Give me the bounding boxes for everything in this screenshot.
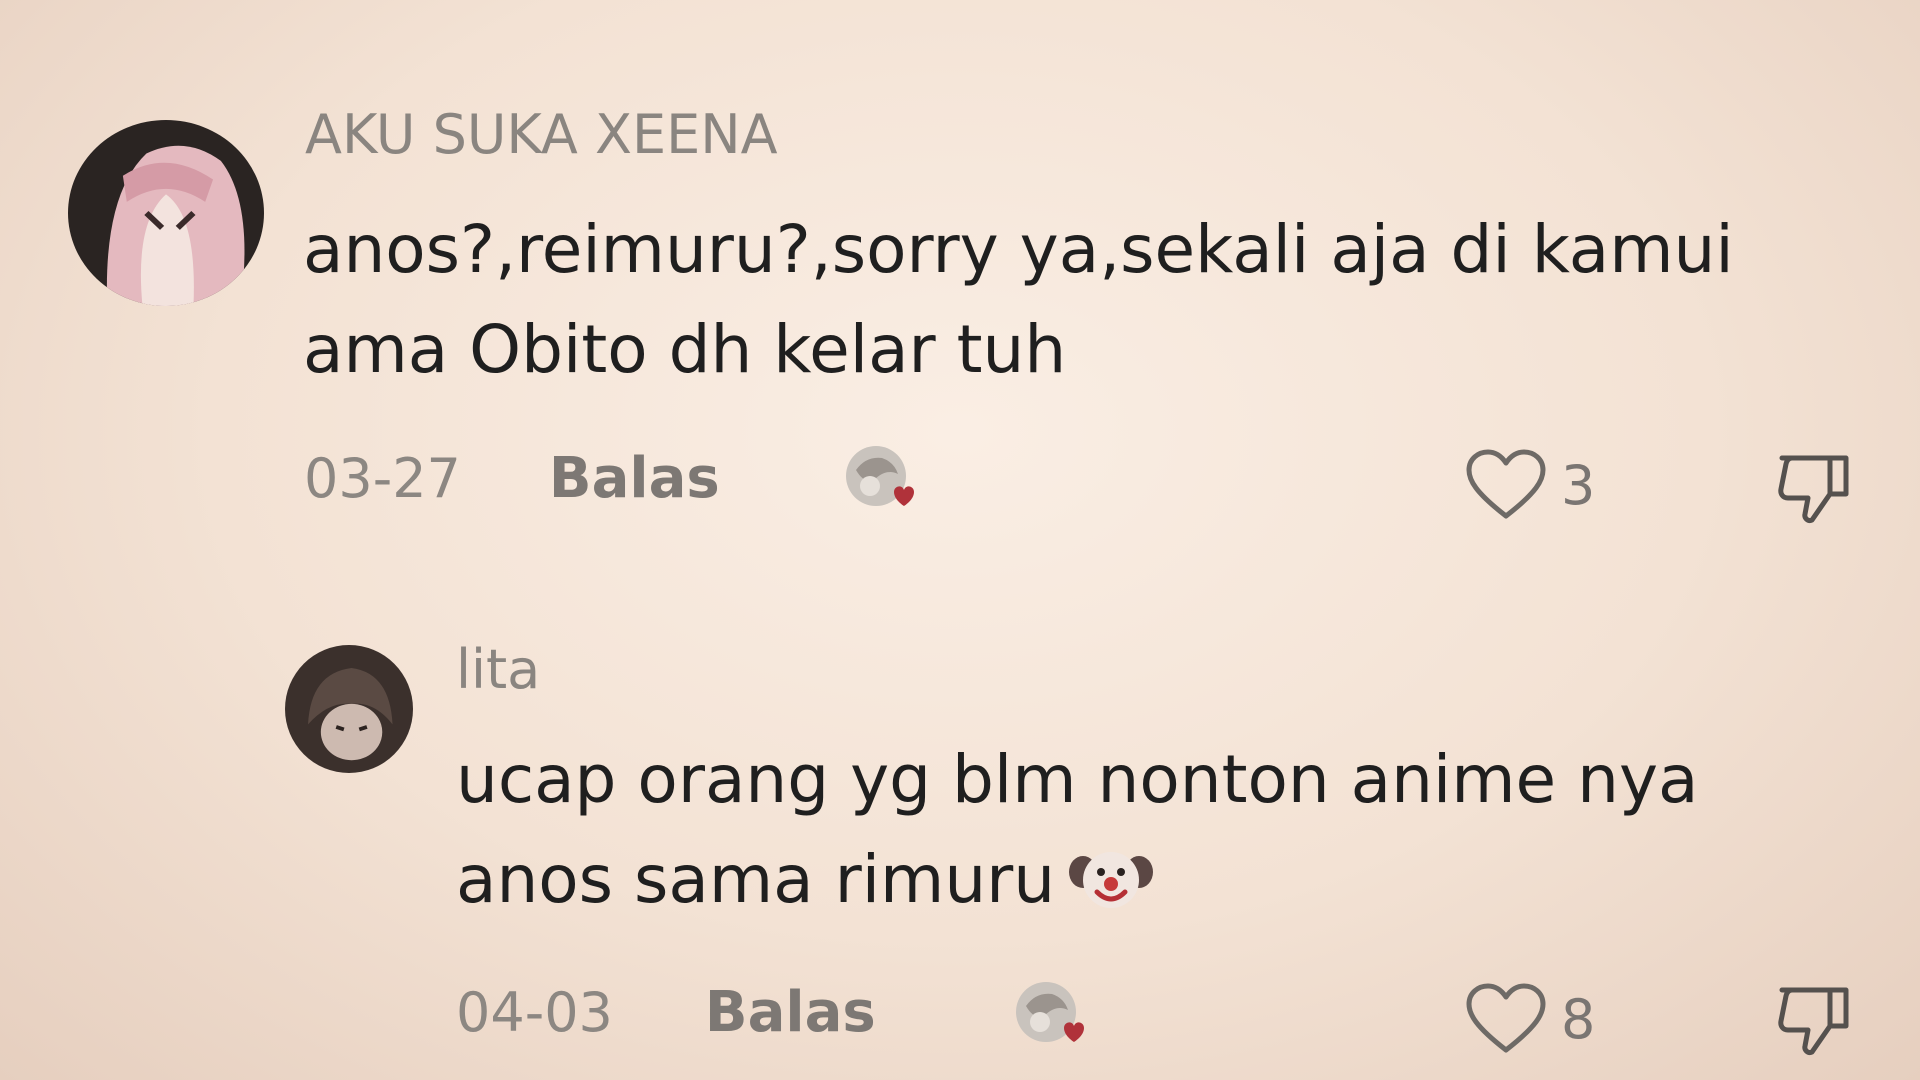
thumbs-down-icon [1778,455,1849,523]
comment-text: anos?,reimuru?,sorry ya,sekali aja di ka… [303,200,1734,400]
comment-username[interactable]: AKU SUKA XEENA [305,103,778,166]
comment-date: 04-03 [456,980,613,1044]
creator-liked-heart-icon [1012,976,1092,1056]
user-avatar[interactable] [68,120,264,306]
like-count: 3 [1561,453,1596,517]
comment-date: 03-27 [304,446,461,510]
comment-meta: 04-03 Balas [456,972,876,1052]
reply-button[interactable]: Balas [705,980,876,1045]
comment-text-line: anos?,reimuru?,sorry ya,sekali aja di ka… [303,211,1734,288]
dislike-button[interactable] [1774,980,1854,1060]
comment-text-segment: anos sama rimuru [456,841,1056,918]
like-count: 8 [1561,987,1596,1051]
creator-liked-heart-icon [842,440,922,520]
like-button[interactable]: 3 [1465,448,1595,522]
clown-face-emoji-icon [1069,840,1154,910]
anime-avatar-dark-hair-icon [285,645,413,773]
heart-outline-icon [1466,983,1546,1053]
user-avatar[interactable] [285,645,413,773]
comment-username[interactable]: lita [456,638,540,701]
like-button[interactable]: 8 [1465,982,1595,1056]
comment-meta: 03-27 Balas [304,438,720,518]
comment-text-line: ama Obito dh kelar tuh [303,311,1067,388]
dislike-button[interactable] [1774,448,1854,528]
comment-text-line: ucap orang yg blm nonton anime nya [456,741,1699,818]
anime-avatar-pink-hair-icon [68,120,264,306]
comment-text: ucap orang yg blm nonton anime nya anos … [456,730,1698,930]
comment-text-line: anos sama rimuru [456,830,1698,930]
heart-outline-icon [1466,449,1546,519]
reply-button[interactable]: Balas [549,446,720,511]
thumbs-down-icon [1778,987,1849,1055]
